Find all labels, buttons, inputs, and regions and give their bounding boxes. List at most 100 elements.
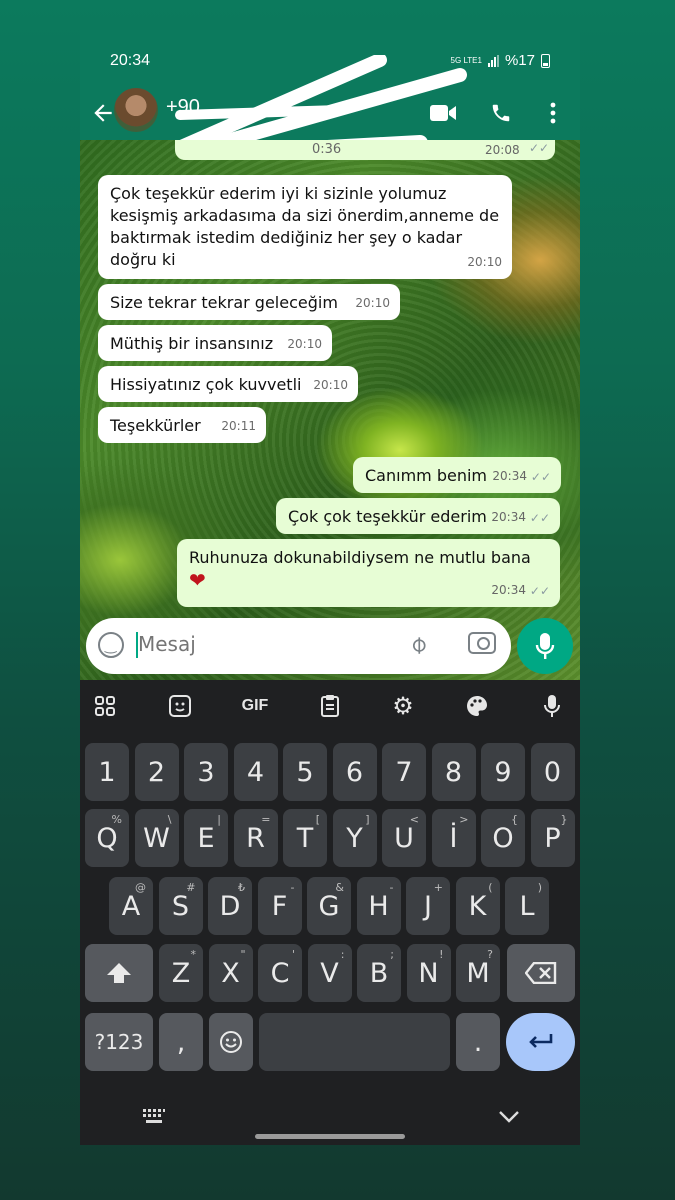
key-6[interactable]: 6: [332, 743, 377, 801]
key-b[interactable]: B;: [357, 944, 401, 1002]
key-v[interactable]: V:: [307, 944, 352, 1002]
clipboard-icon[interactable]: [313, 690, 347, 722]
message-bubble[interactable]: Size tekrar tekrar geleceğim 20:10: [98, 284, 400, 320]
keyboard-toolbar: GIF ⚙: [80, 680, 580, 732]
key-alt-symbol: <: [409, 813, 419, 826]
key-i̇[interactable]: İ >: [431, 809, 476, 867]
key-o[interactable]: O{: [481, 809, 525, 867]
space-key[interactable]: [259, 1013, 450, 1071]
keyboard-switch-icon[interactable]: [142, 1108, 166, 1124]
key-r[interactable]: R =: [233, 809, 278, 867]
voice-record-button[interactable]: [517, 618, 573, 674]
key-label: S: [171, 890, 190, 922]
message-bubble[interactable]: Çok çok teşekkür ederim 20:34 ✓✓: [276, 498, 560, 534]
sticker-icon[interactable]: [163, 690, 197, 722]
chat-area[interactable]: 0:36 20:08 ✓✓ Çok teşekkür ederim iyi ki…: [80, 140, 580, 680]
key-e[interactable]: E |: [184, 809, 228, 867]
comma-key[interactable]: ,: [159, 1013, 203, 1071]
key-j[interactable]: J +: [406, 877, 450, 935]
key-2[interactable]: 2: [134, 743, 179, 801]
key-label: 8: [444, 756, 463, 788]
shift-key[interactable]: [85, 944, 153, 1002]
gif-button[interactable]: GIF: [238, 690, 272, 722]
apps-grid-icon[interactable]: [88, 690, 122, 722]
key-alt-symbol: [: [315, 813, 320, 826]
settings-gear-icon[interactable]: ⚙: [386, 690, 420, 722]
key-4[interactable]: 4: [233, 743, 278, 801]
emoji-key[interactable]: [209, 1013, 253, 1071]
backspace-icon: [525, 962, 557, 984]
battery-icon: [541, 53, 550, 68]
theme-palette-icon[interactable]: [460, 690, 494, 722]
key-h[interactable]: H-: [356, 877, 401, 935]
read-ticks-icon: ✓✓: [530, 470, 551, 484]
key-label: C: [270, 957, 290, 989]
key-x[interactable]: X ": [208, 944, 253, 1002]
key-s[interactable]: S #: [158, 877, 203, 935]
key-q[interactable]: Q%: [85, 809, 129, 867]
key-0[interactable]: 0: [530, 743, 575, 801]
attach-icon[interactable]: ⌀: [403, 629, 434, 660]
key-alt-symbol: >: [459, 813, 469, 826]
key-label: E: [197, 822, 215, 854]
message-bubble[interactable]: Canımm benim 20:34 ✓✓: [353, 457, 561, 493]
key-u[interactable]: U <: [382, 809, 426, 867]
voice-input-icon[interactable]: [535, 690, 569, 722]
voice-message-partial[interactable]: 0:36 20:08 ✓✓: [175, 140, 555, 160]
message-bubble[interactable]: Teşekkürler 20:11: [98, 407, 266, 443]
key-alt-symbol: {: [511, 813, 518, 826]
key-1[interactable]: 1: [85, 743, 129, 801]
message-time: 20:10: [287, 337, 322, 351]
key-alt-symbol: +: [433, 881, 443, 894]
period-key[interactable]: .: [456, 1013, 500, 1071]
key-l[interactable]: L): [505, 877, 549, 935]
key-label: X: [221, 957, 240, 989]
key-alt-symbol: =: [261, 813, 271, 826]
hide-keyboard-chevron-icon[interactable]: [498, 1110, 520, 1124]
message-bubble[interactable]: Hissiyatınız çok kuvvetli 20:10: [98, 366, 358, 402]
key-label: G: [318, 890, 340, 922]
contact-name[interactable]: +90: [166, 96, 200, 119]
status-icons: 5G LTE1 %17: [451, 52, 550, 69]
key-alt-symbol: %: [111, 813, 122, 826]
key-a[interactable]: A @: [109, 877, 153, 935]
key-w[interactable]: W \: [134, 809, 179, 867]
key-z[interactable]: Z *: [159, 944, 203, 1002]
message-input[interactable]: [138, 632, 388, 656]
key-alt-symbol: ;: [390, 948, 394, 961]
key-k[interactable]: K(: [455, 877, 500, 935]
contact-avatar[interactable]: [114, 88, 158, 132]
key-label: A: [121, 890, 141, 922]
camera-icon[interactable]: [468, 632, 496, 654]
key-c[interactable]: C ': [258, 944, 302, 1002]
key-9[interactable]: 9: [481, 743, 525, 801]
key-g[interactable]: G &: [307, 877, 351, 935]
key-alt-symbol: ): [537, 881, 542, 894]
key-8[interactable]: 8: [431, 743, 476, 801]
network-indicator: 5G LTE1: [450, 55, 482, 65]
symbols-key[interactable]: ?123: [85, 1013, 153, 1071]
enter-key[interactable]: [506, 1013, 575, 1071]
voice-call-icon[interactable]: [486, 98, 516, 128]
key-y[interactable]: Y]: [332, 809, 377, 867]
key-5[interactable]: 5: [283, 743, 327, 801]
message-text: Size tekrar tekrar geleceğim: [110, 293, 338, 312]
message-bubble[interactable]: Çok teşekkür ederim iyi ki sizinle yolum…: [98, 175, 512, 279]
key-p[interactable]: P}: [530, 809, 575, 867]
video-call-icon[interactable]: [428, 98, 458, 128]
key-m[interactable]: M?: [456, 944, 500, 1002]
key-n[interactable]: N!: [406, 944, 451, 1002]
key-t[interactable]: T[: [283, 809, 327, 867]
message-bubble[interactable]: Müthiş bir insansınız 20:10: [98, 325, 332, 361]
key-f[interactable]: F-: [257, 877, 302, 935]
more-options-icon[interactable]: [538, 98, 568, 128]
message-bubble[interactable]: Ruhunuza dokunabildiysem ne mutlu bana ❤…: [177, 539, 560, 607]
key-alt-symbol: ?: [487, 948, 493, 961]
key-d[interactable]: D ₺: [208, 877, 252, 935]
backspace-key[interactable]: [507, 944, 575, 1002]
key-3[interactable]: 3: [184, 743, 228, 801]
chat-header: +90: [80, 55, 580, 172]
home-indicator[interactable]: [255, 1134, 405, 1139]
key-7[interactable]: 7: [382, 743, 426, 801]
emoji-icon[interactable]: [98, 632, 124, 658]
